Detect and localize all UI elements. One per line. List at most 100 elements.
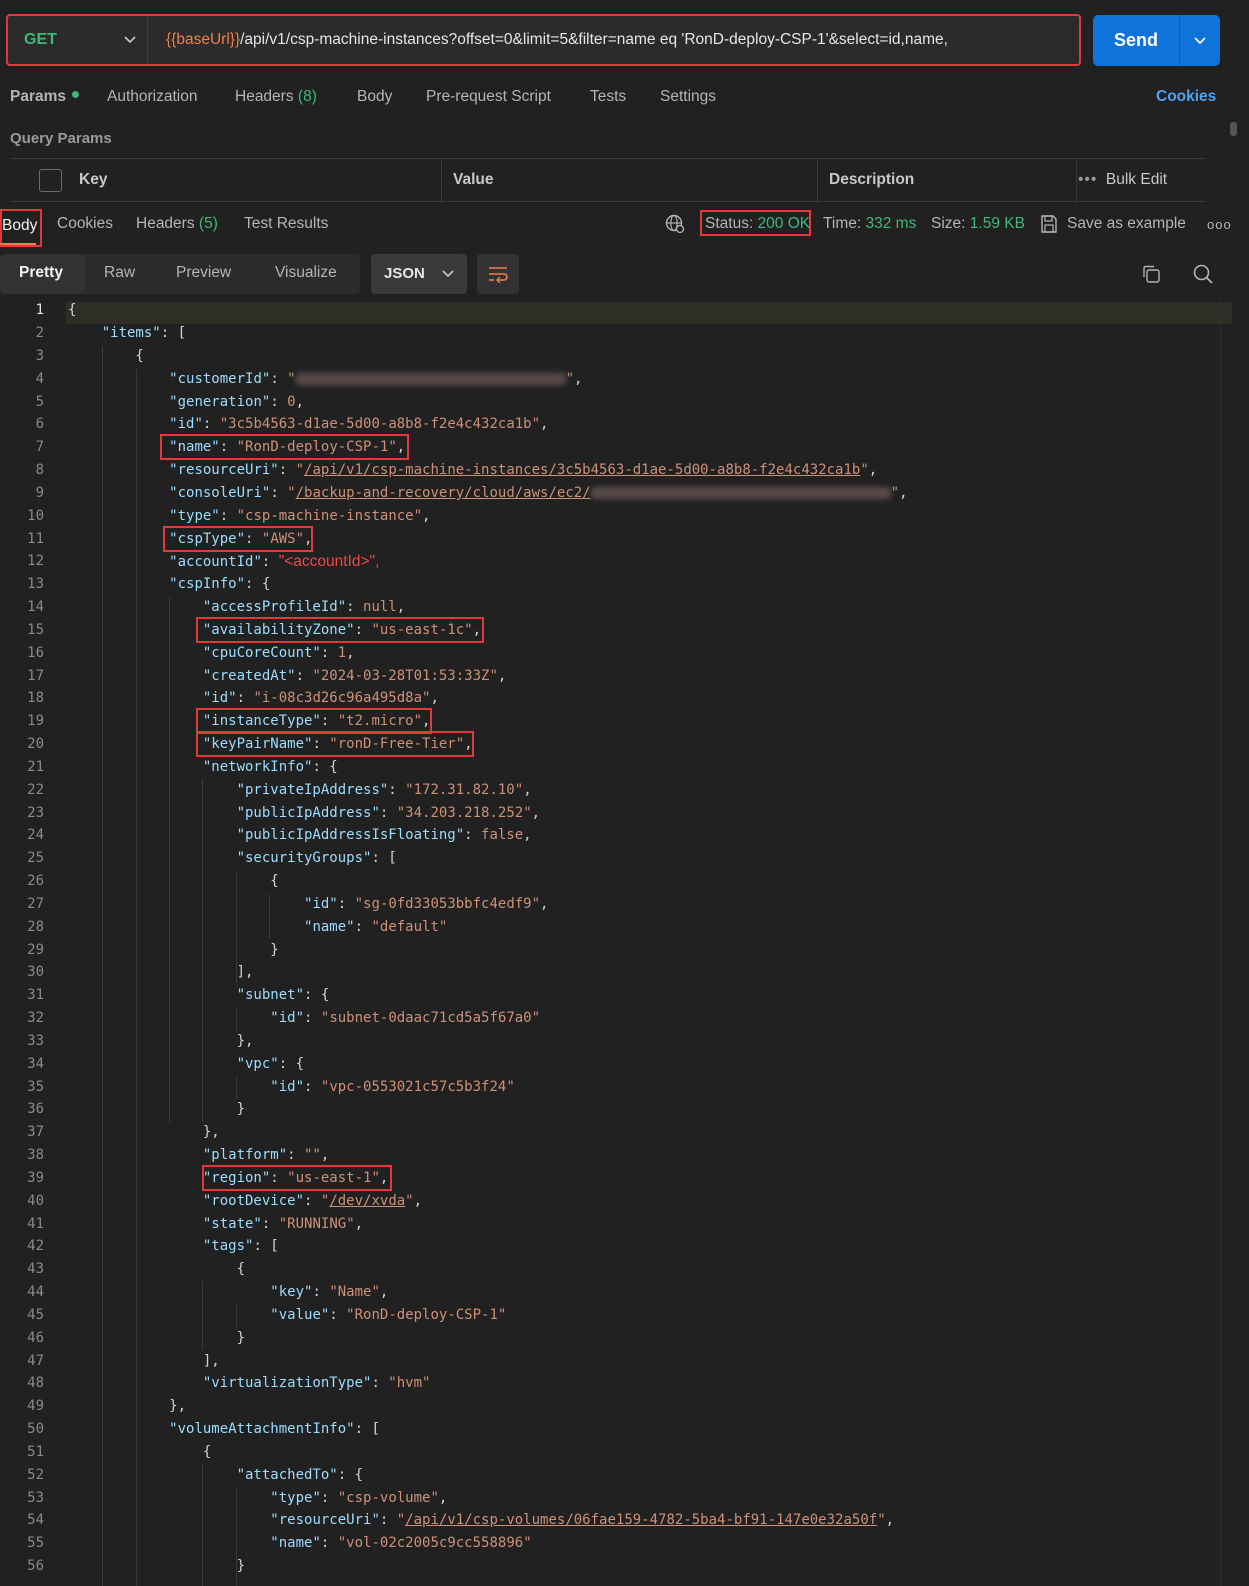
resource-uri-link[interactable]: /api/v1/csp-machine-instances/3c5b4563-d…	[304, 462, 860, 478]
value-sg-id: sg-0fd33053bbfc4edf9	[363, 896, 532, 912]
more-options-icon[interactable]: ooo	[1207, 217, 1232, 232]
line-number: 4	[35, 371, 44, 387]
tab-body[interactable]: Body	[357, 88, 392, 106]
value-type: csp-machine-instance	[245, 508, 414, 524]
value-tag-key: Name	[337, 1284, 372, 1300]
code-line: }	[68, 1558, 246, 1574]
active-tab-underline	[0, 243, 36, 245]
tab-headers[interactable]: Headers (8)	[235, 88, 317, 106]
volume-uri-link[interactable]: /api/v1/csp-volumes/06fae159-4782-5ba4-b…	[405, 1512, 877, 1528]
line-number: 31	[27, 987, 44, 1003]
send-options-button[interactable]	[1179, 15, 1220, 66]
code-line: "subnet": {	[236, 987, 330, 1003]
globe-icon[interactable]	[665, 214, 685, 234]
tab-tests[interactable]: Tests	[590, 88, 626, 106]
wrap-lines-button[interactable]	[477, 254, 519, 294]
line-number: 12	[27, 553, 44, 569]
tab-settings[interactable]: Settings	[660, 88, 716, 106]
params-scrollbar[interactable]	[1230, 122, 1237, 136]
response-tab-headers[interactable]: Headers (5)	[136, 215, 218, 233]
tab-params[interactable]: Params	[10, 88, 80, 106]
view-raw[interactable]: Raw	[104, 264, 135, 282]
response-tab-body[interactable]: Body	[0, 209, 42, 247]
code-line: "id": "vpc-0553021c57c5b3f24"	[270, 1079, 515, 1095]
tab-headers-count: (8)	[297, 88, 317, 105]
tab-authorization[interactable]: Authorization	[107, 88, 197, 106]
tab-prerequest-script[interactable]: Pre-request Script	[426, 88, 551, 106]
col-value: Value	[453, 171, 494, 188]
value-subnet-id: subnet-0daac71cd5a5f67a0	[329, 1010, 532, 1026]
method-select[interactable]: GET	[18, 16, 148, 64]
value-volume-type: csp-volume	[346, 1490, 431, 1506]
highlight-availability-zone	[196, 617, 484, 643]
size-indicator[interactable]: Size: 1.59 KB	[931, 215, 1025, 233]
format-select[interactable]: JSON	[371, 254, 467, 294]
value-virtualization-type: hvm	[396, 1375, 423, 1391]
account-id-placeholder: "<accountId>",	[278, 553, 380, 570]
line-number: 5	[35, 394, 44, 410]
column-divider	[441, 159, 442, 203]
line-number: 22	[27, 782, 44, 798]
code-line: "name": "vol-02c2005c9cc558896"	[270, 1535, 532, 1551]
line-number: 36	[27, 1101, 44, 1117]
view-visualize[interactable]: Visualize	[275, 264, 337, 282]
highlight-region	[202, 1165, 392, 1191]
save-as-example-button[interactable]: Save as example	[1067, 215, 1186, 233]
search-icon[interactable]	[1192, 263, 1214, 285]
url-path: /api/v1/csp-machine-instances?offset=0&l…	[240, 31, 948, 48]
line-number: 24	[27, 827, 44, 843]
status-value: 200 OK	[757, 215, 811, 232]
line-number: 37	[27, 1124, 44, 1140]
line-number: 20	[27, 736, 44, 752]
column-divider	[1076, 159, 1077, 203]
line-number: 9	[35, 485, 44, 501]
line-number: 13	[27, 576, 44, 592]
time-label: Time:	[823, 215, 862, 232]
code-line: }	[68, 942, 279, 958]
view-bar: Pretty Raw Preview Visualize JSON	[0, 254, 1249, 294]
code-line: "consoleUri": "/backup-and-recovery/clou…	[169, 485, 908, 501]
chevron-down-icon	[123, 32, 137, 48]
line-number: 43	[27, 1261, 44, 1277]
view-pretty[interactable]: Pretty	[0, 254, 85, 294]
line-number: 39	[27, 1170, 44, 1186]
status-indicator[interactable]: Status: 200 OK	[705, 215, 810, 233]
code-line: "cspInfo": {	[169, 576, 271, 592]
value-id: 3c5b4563-d1ae-5d00-a8b8-f2e4c432ca1b	[228, 416, 532, 432]
query-params-table-header: Key Value Description ••• Bulk Edit	[10, 158, 1206, 203]
code-line: "id": "sg-0fd33053bbfc4edf9",	[304, 896, 549, 912]
select-all-checkbox[interactable]	[39, 169, 62, 192]
line-number: 34	[27, 1056, 44, 1072]
line-number: 1	[35, 302, 44, 318]
line-number: 35	[27, 1079, 44, 1095]
response-tab-cookies[interactable]: Cookies	[57, 215, 113, 233]
code-scrollbar[interactable]	[1220, 298, 1234, 1586]
highlight-csp-type	[163, 526, 313, 552]
line-number: 29	[27, 942, 44, 958]
url-input[interactable]: {{baseUrl}}/api/v1/csp-machine-instances…	[166, 16, 948, 64]
code-line: "platform": "",	[202, 1147, 330, 1163]
response-tab-test-results[interactable]: Test Results	[244, 215, 328, 233]
line-number: 38	[27, 1147, 44, 1163]
response-body-code[interactable]: 1 2 3 4 5 6 7 8 9 10 11 12 13 14 15 16 1…	[0, 298, 1249, 1586]
code-line: "tags": [	[202, 1238, 279, 1254]
code-line: "value": "RonD-deploy-CSP-1"	[270, 1307, 507, 1323]
cookies-link[interactable]: Cookies	[1156, 88, 1216, 106]
copy-icon[interactable]	[1141, 264, 1161, 284]
root-device-link[interactable]: /dev/xvda	[329, 1193, 405, 1209]
view-preview[interactable]: Preview	[176, 264, 231, 282]
line-number: 56	[27, 1558, 44, 1574]
line-number: 14	[27, 599, 44, 615]
bulk-edit-button[interactable]: ••• Bulk Edit	[1078, 171, 1167, 189]
time-indicator[interactable]: Time: 332 ms	[823, 215, 916, 233]
view-mode-segment: Pretty Raw Preview Visualize	[0, 254, 360, 294]
console-uri-link[interactable]: /backup-and-recovery/cloud/aws/ec2/	[296, 485, 891, 501]
code-line: "type": "csp-machine-instance",	[169, 508, 431, 524]
send-button[interactable]: Send	[1093, 15, 1179, 66]
col-description: Description	[829, 171, 915, 188]
code-line: "accountId": "<accountId>",	[169, 553, 380, 570]
code-line: "networkInfo": {	[202, 759, 338, 775]
save-icon	[1041, 215, 1057, 233]
code-line: "virtualizationType": "hvm"	[202, 1375, 431, 1391]
code-line: "volumeAttachmentInfo": [	[169, 1421, 380, 1437]
